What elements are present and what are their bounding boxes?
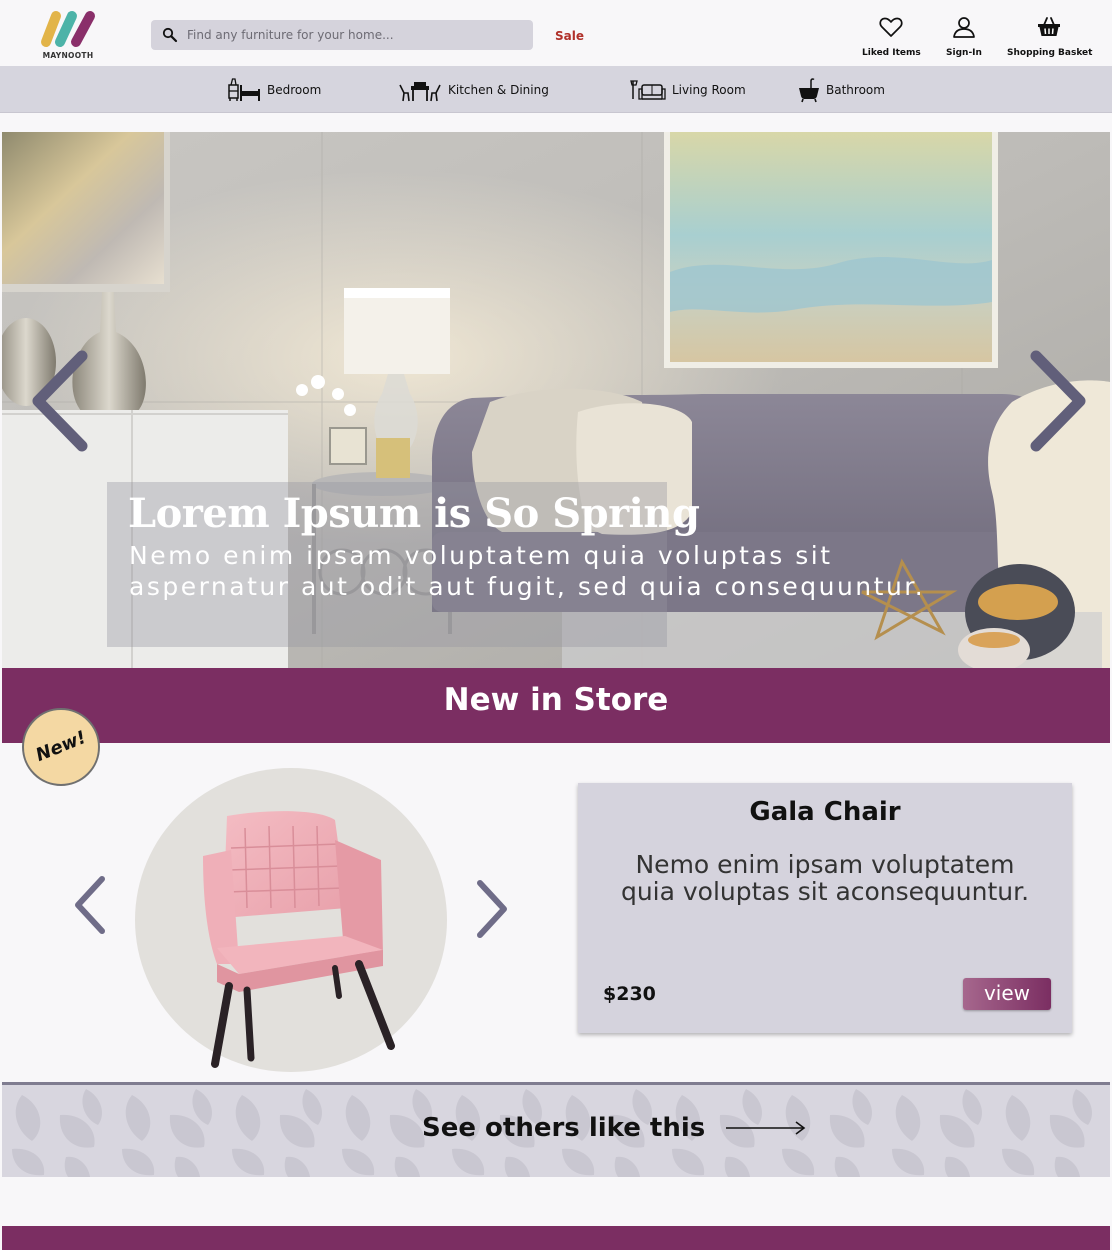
sale-link[interactable]: Sale [555,29,584,43]
bedroom-icon [228,78,260,101]
kitchen-dining-icon [399,82,441,102]
product-price: $230 [603,983,656,1005]
hero-title: Lorem Ipsum is So Spring [128,490,700,537]
category-bedroom-label: Bedroom [267,83,322,97]
product-prev-arrow-icon[interactable] [70,874,110,936]
category-living-room-label: Living Room [672,83,746,97]
brand-logo[interactable]: MAYNOOTH [38,8,98,60]
arrow-right-icon [726,1121,806,1135]
hero-prev-arrow-icon[interactable] [28,348,92,454]
liked-items-button[interactable]: Liked Items [862,16,921,59]
product-name: Gala Chair [749,797,901,827]
hero-banner: Lorem Ipsum is So Spring Nemo enim ipsam… [2,132,1110,668]
hero-text: Nemo enim ipsam voluptatem quia voluptas… [129,541,926,601]
see-others-banner: See others like this [2,1085,1110,1177]
living-room-icon [630,80,666,100]
user-icon [953,17,975,38]
product-next-arrow-icon[interactable] [472,878,512,940]
basket-icon [1038,17,1060,36]
sign-in-button[interactable]: Sign-In [944,16,984,59]
new-badge: New! [22,708,100,786]
category-bathroom[interactable]: Bathroom [798,76,885,104]
new-in-store-band: New in Store [2,668,1110,743]
shopping-basket-label: Shopping Basket [1007,48,1093,58]
sign-in-label: Sign-In [946,48,982,58]
search-bar [151,20,533,50]
brand-name: MAYNOOTH [42,51,94,60]
pink-armchair-image [203,811,395,1068]
site-header: MAYNOOTH Sale Liked Items Sign-In Shoppi… [0,0,1112,66]
product-description: Nemo enim ipsam voluptatem quia voluptas… [620,850,1030,906]
product-info-card: Gala Chair Nemo enim ipsam voluptatem qu… [578,783,1072,1033]
category-bedroom[interactable]: Bedroom [227,76,321,104]
shopping-basket-button[interactable]: Shopping Basket [1007,16,1093,59]
see-others-label: See others like this [422,1113,706,1143]
liked-items-label: Liked Items [862,48,921,58]
category-bathroom-label: Bathroom [826,83,885,97]
new-in-store-heading: New in Store [443,682,669,718]
category-living-room[interactable]: Living Room [630,76,746,104]
view-product-button[interactable]: view [963,978,1051,1010]
product-image-circle[interactable] [135,768,447,1072]
new-badge-label: New! [32,727,90,766]
category-nav: Bedroom Kitchen & Dining Living Room Bat… [0,66,1112,113]
search-icon[interactable] [162,27,178,43]
bathtub-icon [799,78,819,103]
category-kitchen-dining-label: Kitchen & Dining [448,83,549,97]
search-input[interactable] [187,24,517,46]
heart-icon [879,17,903,37]
logo-mark-icon [41,11,95,47]
footer-band [2,1226,1110,1250]
hero-next-arrow-icon[interactable] [1026,348,1090,454]
see-others-link[interactable]: See others like this [422,1113,807,1143]
category-kitchen-dining[interactable]: Kitchen & Dining [398,76,549,104]
